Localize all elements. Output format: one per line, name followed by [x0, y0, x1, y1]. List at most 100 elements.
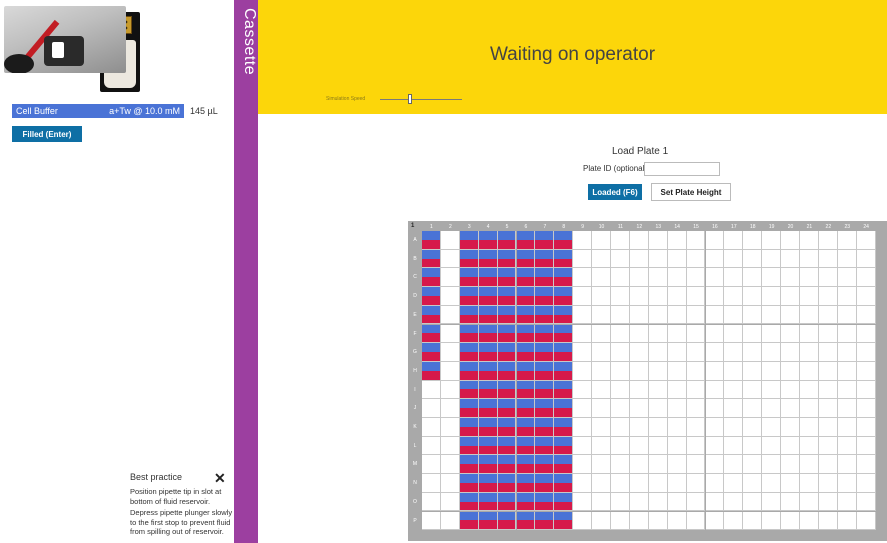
plate-well[interactable]	[648, 268, 668, 288]
simulation-speed-track[interactable]	[380, 99, 462, 100]
plate-well[interactable]	[648, 418, 668, 437]
plate-well[interactable]	[516, 249, 536, 269]
plate-well[interactable]	[611, 399, 630, 418]
plate-well[interactable]	[554, 268, 574, 288]
plate-well[interactable]	[535, 287, 555, 306]
plate-well[interactable]	[554, 492, 574, 512]
plate-well[interactable]	[705, 492, 725, 512]
plate-well[interactable]	[440, 399, 460, 418]
plate-well[interactable]	[535, 268, 555, 288]
plate-well[interactable]	[705, 324, 725, 344]
plate-well[interactable]	[629, 418, 649, 437]
plate-well[interactable]	[422, 287, 441, 306]
plate-well[interactable]	[667, 436, 687, 456]
plate-well[interactable]	[667, 399, 687, 418]
plate-well[interactable]	[686, 231, 706, 250]
plate-well[interactable]	[781, 268, 800, 288]
plate-well[interactable]	[667, 249, 687, 269]
plate-well[interactable]	[497, 305, 517, 325]
plate-well[interactable]	[478, 455, 498, 475]
plate-well[interactable]	[724, 361, 744, 381]
plate-well[interactable]	[459, 249, 479, 269]
plate-well[interactable]	[497, 361, 517, 381]
plate-well[interactable]	[781, 343, 800, 362]
plate-well[interactable]	[592, 418, 611, 437]
plate-well[interactable]	[686, 305, 706, 325]
plate-well[interactable]	[554, 511, 574, 531]
plate-well[interactable]	[592, 343, 611, 362]
plate-well[interactable]	[516, 305, 536, 325]
plate-well[interactable]	[837, 492, 857, 512]
plate-well[interactable]	[743, 305, 763, 325]
plate-well[interactable]	[516, 343, 536, 362]
plate-well[interactable]	[554, 399, 574, 418]
plate-well[interactable]	[705, 436, 725, 456]
plate-well[interactable]	[762, 231, 782, 250]
plate-well[interactable]	[516, 380, 536, 400]
plate-well[interactable]	[781, 324, 800, 344]
plate-well[interactable]	[592, 361, 611, 381]
plate-well[interactable]	[800, 287, 819, 306]
plate-well[interactable]	[478, 231, 498, 250]
plate-well[interactable]	[705, 305, 725, 325]
plate-well[interactable]	[837, 361, 857, 381]
plate-well[interactable]	[743, 511, 763, 531]
plate-well[interactable]	[648, 324, 668, 344]
plate-well[interactable]	[743, 418, 763, 437]
plate-well[interactable]	[497, 249, 517, 269]
plate-well[interactable]	[705, 474, 725, 493]
plate-well[interactable]	[478, 399, 498, 418]
plate-well[interactable]	[837, 343, 857, 362]
plate-well[interactable]	[762, 474, 782, 493]
plate-well[interactable]	[573, 231, 593, 250]
plate-well[interactable]	[781, 305, 800, 325]
plate-well[interactable]	[516, 231, 536, 250]
plate-well[interactable]	[837, 268, 857, 288]
plate-well[interactable]	[667, 287, 687, 306]
plate-well[interactable]	[762, 492, 782, 512]
plate-well[interactable]	[856, 343, 876, 362]
plate-well[interactable]	[611, 380, 630, 400]
plate-well[interactable]	[535, 249, 555, 269]
plate-well[interactable]	[478, 511, 498, 531]
plate-well[interactable]	[592, 249, 611, 269]
plate-well[interactable]	[667, 305, 687, 325]
plate-well[interactable]	[762, 305, 782, 325]
plate-well[interactable]	[592, 511, 611, 531]
plate-well[interactable]	[497, 324, 517, 344]
plate-well[interactable]	[818, 455, 838, 475]
plate-well[interactable]	[648, 436, 668, 456]
plate-well[interactable]	[573, 399, 593, 418]
plate-well[interactable]	[648, 343, 668, 362]
reagent-row[interactable]: Cell Buffer a+Tw @ 10.0 mM	[12, 104, 184, 118]
plate-well[interactable]	[686, 343, 706, 362]
plate-well[interactable]	[800, 249, 819, 269]
plate-well[interactable]	[705, 361, 725, 381]
plate-well[interactable]	[781, 418, 800, 437]
plate-well[interactable]	[781, 455, 800, 475]
plate-well[interactable]	[800, 399, 819, 418]
plate-well[interactable]	[743, 436, 763, 456]
plate-well[interactable]	[459, 361, 479, 381]
plate-well[interactable]	[422, 380, 441, 400]
plate-well[interactable]	[497, 287, 517, 306]
plate-well[interactable]	[554, 287, 574, 306]
plate-well[interactable]	[781, 436, 800, 456]
plate-well[interactable]	[554, 474, 574, 493]
plate-well[interactable]	[629, 474, 649, 493]
plate-well[interactable]	[478, 361, 498, 381]
plate-well[interactable]	[781, 287, 800, 306]
plate-well[interactable]	[856, 436, 876, 456]
plate-well[interactable]	[667, 268, 687, 288]
plate-well[interactable]	[686, 380, 706, 400]
plate-well[interactable]	[762, 511, 782, 531]
plate-well[interactable]	[648, 249, 668, 269]
plate-well[interactable]	[592, 287, 611, 306]
plate-well[interactable]	[762, 399, 782, 418]
plate-well[interactable]	[611, 418, 630, 437]
plate-well[interactable]	[554, 455, 574, 475]
plate-well[interactable]	[686, 455, 706, 475]
plate-well[interactable]	[592, 305, 611, 325]
plate-well[interactable]	[497, 492, 517, 512]
plate-well[interactable]	[516, 399, 536, 418]
